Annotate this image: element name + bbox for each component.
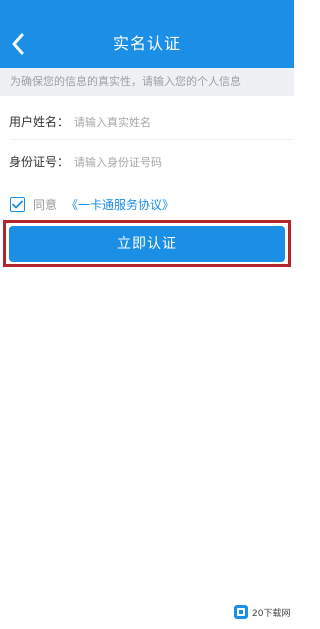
agreement-checkbox[interactable] bbox=[10, 197, 25, 212]
divider bbox=[10, 139, 294, 140]
submit-button[interactable]: 立即认证 bbox=[9, 226, 285, 262]
watermark-text: 20下载网 bbox=[252, 608, 291, 619]
name-label: 用户姓名： bbox=[9, 115, 70, 129]
real-name-auth-screen: 实名认证 为确保您的信息的真实性，请输入您的个人信息 用户姓名： 身份证号： 同… bbox=[0, 0, 294, 629]
page-title: 实名认证 bbox=[112, 34, 181, 53]
logo-icon bbox=[234, 605, 248, 619]
name-input[interactable] bbox=[74, 110, 274, 134]
agreement-row: 同意 《一卡通服务协议》 bbox=[0, 193, 294, 217]
nav-bar: 实名认证 bbox=[0, 20, 294, 68]
id-row: 身份证号： bbox=[0, 144, 294, 180]
name-row: 用户姓名： bbox=[0, 104, 294, 140]
notice-bar: 为确保您的信息的真实性，请输入您的个人信息 bbox=[0, 68, 294, 96]
agreement-prefix: 同意 bbox=[33, 198, 58, 212]
notice-text: 为确保您的信息的真实性，请输入您的个人信息 bbox=[10, 75, 241, 88]
agreement-link[interactable]: 《一卡通服务协议》 bbox=[66, 193, 174, 217]
chevron-left-icon bbox=[12, 33, 24, 55]
watermark: 20下载网 bbox=[233, 601, 290, 623]
status-bar bbox=[0, 0, 294, 20]
checkmark-icon bbox=[12, 200, 23, 209]
id-label: 身份证号： bbox=[9, 155, 70, 169]
back-button[interactable] bbox=[4, 28, 32, 60]
id-number-input[interactable] bbox=[74, 150, 274, 174]
